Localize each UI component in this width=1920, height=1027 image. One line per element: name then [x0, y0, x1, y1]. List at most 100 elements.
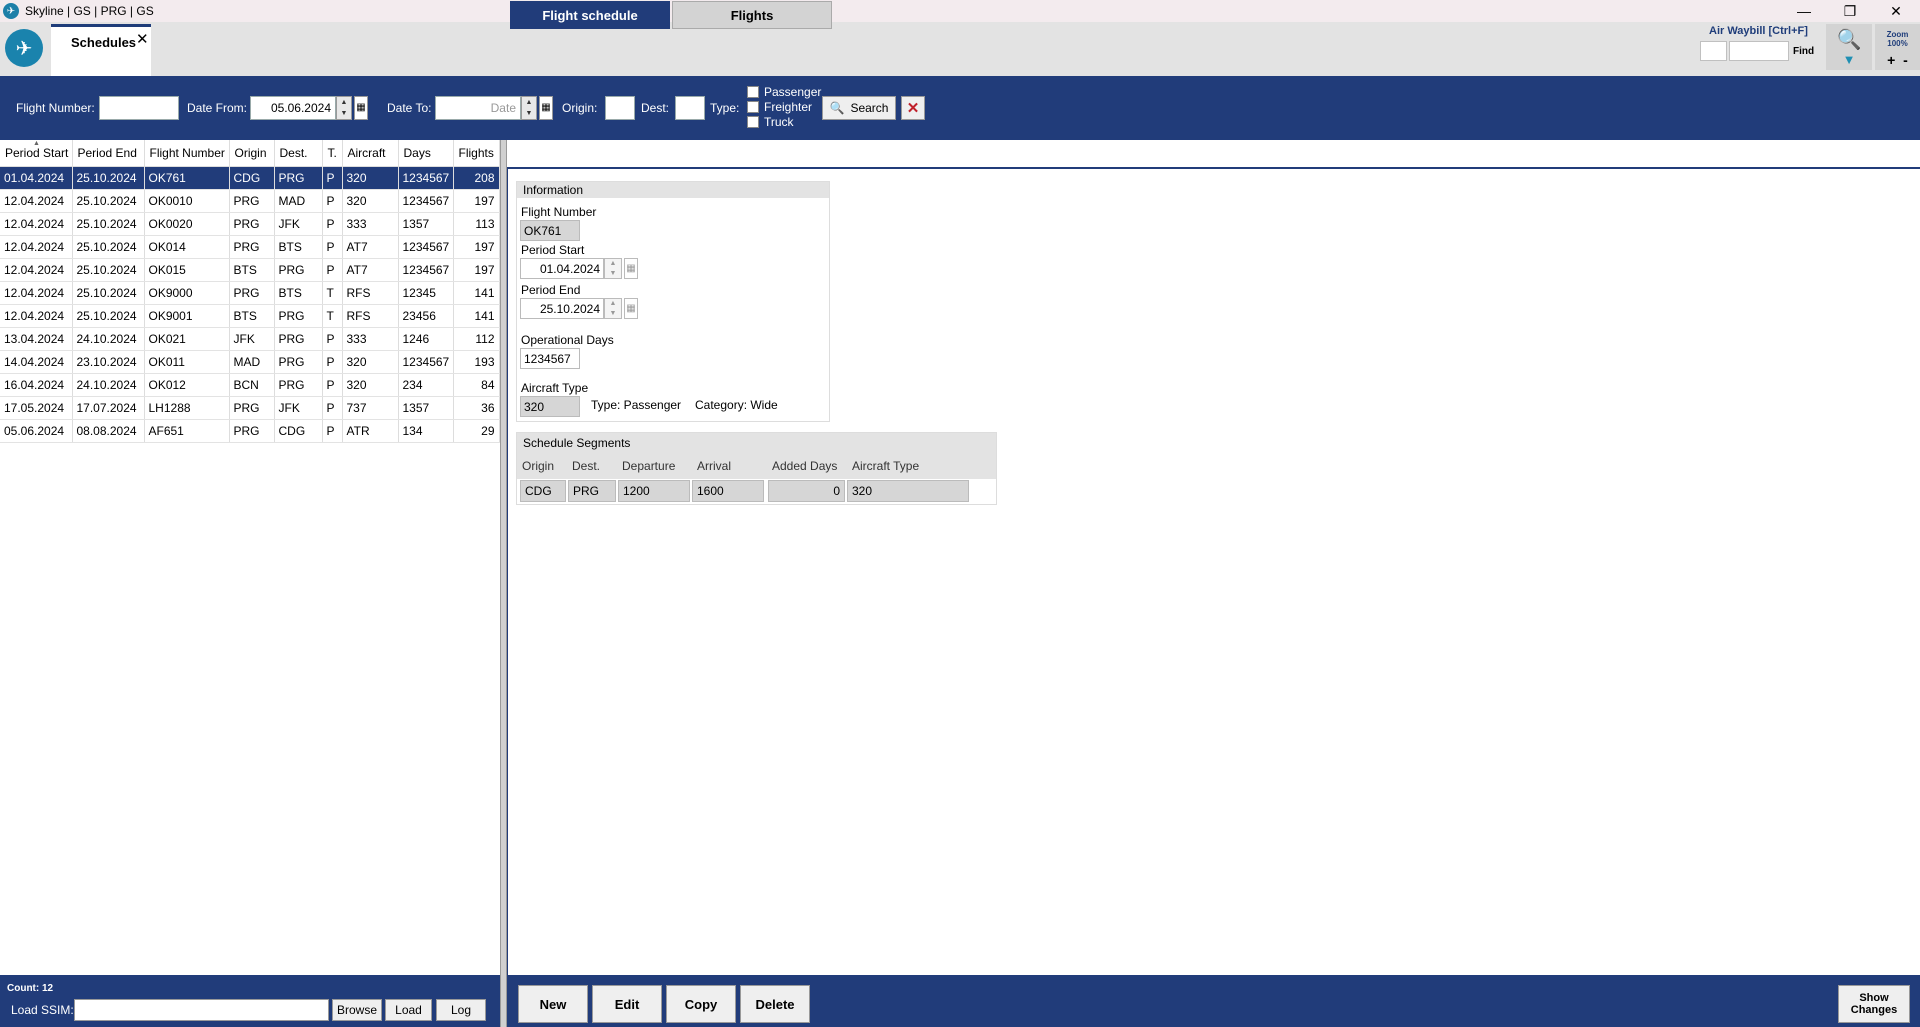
table-cell: OK011 [144, 350, 230, 374]
date-from-spinner[interactable]: ▲ ▼ [336, 96, 352, 120]
dest-input[interactable] [675, 96, 705, 120]
table-row[interactable]: 12.04.2024 25.10.2024 OK0020 PRG JFK P 333 1357… [0, 212, 500, 236]
logo[interactable]: ✈ [5, 29, 43, 67]
table-cell: 01.04.2024 [0, 166, 73, 190]
table-row[interactable]: 12.04.2024 25.10.2024 OK0010 PRG MAD P 320 1234… [0, 189, 500, 213]
date-to-spinner[interactable]: ▲ ▼ [521, 96, 537, 120]
zoom-value: 100% [1887, 39, 1908, 48]
show-changes-button[interactable]: Show Changes [1838, 985, 1910, 1023]
table-row[interactable]: 05.06.2024 08.08.2024 AF651 PRG CDG P ATR 134 29 [0, 419, 500, 443]
passenger-checkbox[interactable] [747, 86, 759, 98]
period-end-input[interactable]: 25.10.2024 [520, 298, 604, 319]
table-cell: 1234567 [398, 350, 454, 374]
table-cell: 320 [342, 189, 399, 213]
table-cell: 193 [453, 350, 500, 374]
calendar-icon[interactable]: ▦ [624, 258, 638, 279]
zoom-out-icon[interactable]: - [1903, 52, 1908, 68]
table-cell: 333 [342, 327, 399, 351]
table-row[interactable]: 12.04.2024 25.10.2024 OK9000 PRG BTS T RFS 1234… [0, 281, 500, 305]
freighter-checkbox[interactable] [747, 101, 759, 113]
air-waybill-label: Air Waybill [Ctrl+F] [1709, 25, 1808, 37]
load-button[interactable]: Load [385, 999, 432, 1021]
close-tab-icon[interactable]: ✕ [136, 30, 149, 48]
column-header[interactable]: Days [398, 140, 454, 167]
table-row[interactable]: 12.04.2024 25.10.2024 OK014 PRG BTS P AT7 12345… [0, 235, 500, 259]
restore-icon[interactable]: ❐ [1827, 0, 1873, 22]
segment-arrival[interactable]: 1600 [692, 480, 764, 502]
aircraft-type-label: Aircraft Type [521, 381, 589, 395]
calendar-icon[interactable]: ▦ [354, 96, 368, 120]
table-cell: P [322, 235, 343, 259]
table-cell: PRG [229, 419, 275, 443]
column-header[interactable]: Flight Number [144, 140, 230, 167]
origin-input[interactable] [605, 96, 635, 120]
period-start-spinner[interactable]: ▲ ▼ [604, 258, 622, 279]
period-end-spinner[interactable]: ▲ ▼ [604, 298, 622, 319]
period-end-label: Period End [521, 283, 581, 297]
awb-prefix-input[interactable] [1700, 41, 1727, 61]
awb-number-input[interactable] [1729, 41, 1789, 61]
column-header[interactable]: Origin [229, 140, 275, 167]
dest-label: Dest: [641, 101, 670, 115]
column-header[interactable]: Period End [72, 140, 145, 167]
log-button[interactable]: Log [436, 999, 486, 1021]
calendar-icon[interactable]: ▦ [624, 298, 638, 319]
table-cell: OK0010 [144, 189, 230, 213]
find-button[interactable]: Find [1793, 46, 1814, 57]
zoom-control: Zoom 100% + - [1875, 24, 1920, 70]
segment-origin[interactable]: CDG [520, 480, 566, 502]
column-header[interactable]: T. [322, 140, 343, 167]
table-cell: CDG [274, 419, 323, 443]
segment-aircraft-type[interactable]: 320 [847, 480, 969, 502]
segments-header: Schedule Segments [517, 433, 996, 453]
edit-button[interactable]: Edit [592, 985, 662, 1023]
table-row[interactable]: 12.04.2024 25.10.2024 OK015 BTS PRG P AT7 12345… [0, 258, 500, 282]
ribbon [0, 22, 1920, 76]
table-cell: PRG [274, 304, 323, 328]
table-row[interactable]: 14.04.2024 23.10.2024 OK011 MAD PRG P 320 12345… [0, 350, 500, 374]
table-cell: 25.10.2024 [72, 166, 145, 190]
segments-col-departure: Departure [622, 459, 676, 473]
browse-button[interactable]: Browse [332, 999, 382, 1021]
global-search-button[interactable]: 🔍 ▼ [1826, 24, 1872, 70]
column-header[interactable]: Aircraft [342, 140, 399, 167]
table-row[interactable]: 13.04.2024 24.10.2024 OK021 JFK PRG P 333 1246 1… [0, 327, 500, 351]
table-cell: 12345 [398, 281, 454, 305]
panel-splitter[interactable] [500, 140, 507, 1027]
table-cell: OK0020 [144, 212, 230, 236]
table-cell: 25.10.2024 [72, 258, 145, 282]
close-icon[interactable]: ✕ [1873, 0, 1919, 22]
segment-departure[interactable]: 1200 [618, 480, 690, 502]
column-header[interactable]: Flights [453, 140, 500, 167]
search-button[interactable]: 🔍 Search [822, 96, 896, 120]
tab-flight-schedule[interactable]: Flight schedule [510, 1, 670, 29]
triangle-down-icon: ▼ [1842, 52, 1856, 67]
table-row[interactable]: 16.04.2024 24.10.2024 OK012 BCN PRG P 320 234 84 [0, 373, 500, 397]
calendar-icon[interactable]: ▦ [539, 96, 553, 120]
ssim-file-input[interactable] [74, 999, 329, 1021]
operational-days-input[interactable]: 1234567 [520, 348, 580, 369]
flight-number-label: Flight Number: [16, 101, 95, 115]
tab-flights[interactable]: Flights [672, 1, 832, 29]
table-row[interactable]: 17.05.2024 17.07.2024 LH1288 PRG JFK P 737 1357… [0, 396, 500, 420]
truck-checkbox[interactable] [747, 116, 759, 128]
minimize-icon[interactable]: — [1781, 0, 1827, 22]
period-start-input[interactable]: 01.04.2024 [520, 258, 604, 279]
date-from-input[interactable]: 05.06.2024 [250, 96, 336, 120]
segment-dest[interactable]: PRG [568, 480, 616, 502]
delete-button[interactable]: Delete [740, 985, 810, 1023]
zoom-in-icon[interactable]: + [1887, 52, 1895, 68]
copy-button[interactable]: Copy [666, 985, 736, 1023]
table-row[interactable]: 12.04.2024 25.10.2024 OK9001 BTS PRG T RFS 2345… [0, 304, 500, 328]
date-to-input[interactable]: Date [435, 96, 521, 120]
clear-filter-button[interactable]: ✕ [901, 96, 925, 120]
tab-schedules[interactable]: Schedules ✕ [51, 24, 151, 76]
column-header[interactable]: Dest. [274, 140, 323, 167]
table-cell: 320 [342, 350, 399, 374]
segment-added-days[interactable]: 0 [768, 480, 845, 502]
table-row[interactable]: 01.04.2024 25.10.2024 OK761 CDG PRG P 320 12345… [0, 166, 500, 190]
new-button[interactable]: New [518, 985, 588, 1023]
table-cell: 12.04.2024 [0, 304, 73, 328]
flight-number-input[interactable] [99, 96, 179, 120]
table-cell: 737 [342, 396, 399, 420]
